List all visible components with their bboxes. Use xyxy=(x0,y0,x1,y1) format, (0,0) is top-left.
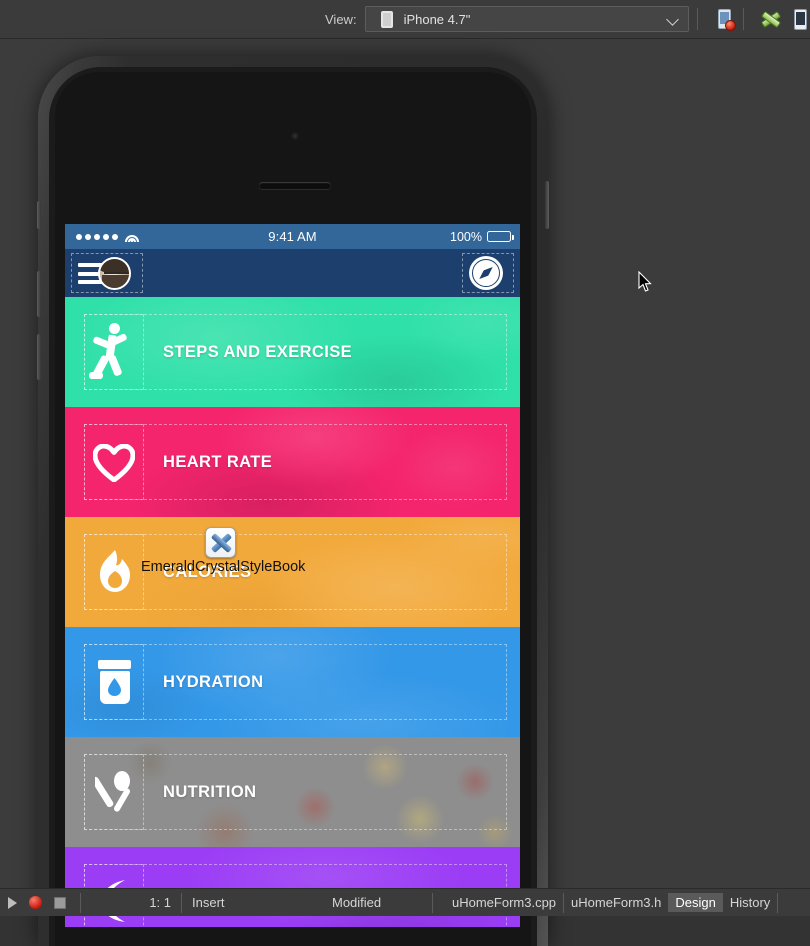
style-book-icon[interactable] xyxy=(205,527,236,558)
battery-status: 100% xyxy=(450,230,511,244)
compass-button[interactable] xyxy=(463,254,513,292)
panel-hydration[interactable]: HYDRATION xyxy=(65,627,520,737)
status-divider-3 xyxy=(432,893,433,913)
view-device-combobox[interactable]: iPhone 4.7" xyxy=(365,6,689,32)
battery-icon xyxy=(487,231,511,242)
view-label: View: xyxy=(325,12,357,27)
power-button xyxy=(545,181,549,229)
tab-divider-2 xyxy=(777,893,778,913)
panel-heart-rate[interactable]: HEART RATE xyxy=(65,407,520,517)
view-device-value: iPhone 4.7" xyxy=(404,12,471,27)
fork-spoon-icon xyxy=(85,755,143,829)
insert-mode[interactable]: Insert xyxy=(182,895,322,910)
toolbar-divider-2 xyxy=(743,8,744,30)
battery-percent: 100% xyxy=(450,230,482,244)
panel-nutrition[interactable]: NUTRITION xyxy=(65,737,520,847)
modified-state: Modified xyxy=(322,895,432,910)
phone-icon xyxy=(381,11,393,28)
toolbar-divider xyxy=(697,8,698,30)
panel-title: NUTRITION xyxy=(163,783,256,802)
mute-switch xyxy=(37,201,41,229)
record-icon[interactable] xyxy=(29,896,42,909)
earpiece-speaker xyxy=(259,182,331,189)
water-glass-icon xyxy=(85,645,143,719)
chevron-down-icon[interactable] xyxy=(666,13,679,26)
panel-row[interactable]: HYDRATION xyxy=(85,645,506,719)
run-icon[interactable] xyxy=(8,897,17,909)
panel-title: STEPS AND EXERCISE xyxy=(163,343,352,362)
panel-row[interactable]: NUTRITION xyxy=(85,755,506,829)
device-preview-icon[interactable] xyxy=(789,7,810,31)
panel-calories[interactable]: CALORIES EmeraldCrystalStyleBook xyxy=(65,517,520,627)
front-camera-icon xyxy=(292,133,298,139)
running-person-icon xyxy=(85,315,143,389)
app-screen[interactable]: 9:41 AM 100% xyxy=(65,224,520,927)
tab-uhomeform3-cpp[interactable]: uHomeForm3.cpp xyxy=(445,893,563,912)
menu-button[interactable] xyxy=(72,254,142,292)
volume-down-button xyxy=(37,334,41,380)
app-nav-bar xyxy=(65,249,520,297)
flame-icon xyxy=(85,535,143,609)
design-canvas[interactable]: 9:41 AM 100% xyxy=(0,39,810,888)
compass-icon[interactable] xyxy=(469,256,503,290)
panel-title: HYDRATION xyxy=(163,673,263,692)
cursor-position: 1: 1 xyxy=(81,895,181,910)
tab-uhomeform3-h[interactable]: uHomeForm3.h xyxy=(564,893,668,912)
bottom-status-bar: 1: 1 Insert Modified uHomeForm3.cpp uHom… xyxy=(0,888,810,916)
stop-icon[interactable] xyxy=(54,897,66,909)
ios-status-bar: 9:41 AM 100% xyxy=(65,224,520,249)
panel-row[interactable]: HEART RATE xyxy=(85,425,506,499)
device-error-icon[interactable] xyxy=(714,7,735,31)
mouse-cursor xyxy=(638,271,652,293)
selected-component-label: EmeraldCrystalStyleBook xyxy=(141,559,305,575)
heart-icon xyxy=(85,425,143,499)
user-avatar[interactable] xyxy=(98,257,131,290)
panel-title: HEART RATE xyxy=(163,453,272,472)
tab-design[interactable]: Design xyxy=(668,893,722,912)
rotate-device-icon[interactable] xyxy=(760,7,781,31)
panel-row[interactable]: STEPS AND EXERCISE xyxy=(85,315,506,389)
volume-up-button xyxy=(37,271,41,317)
top-toolbar: View: iPhone 4.7" xyxy=(0,0,810,39)
panel-steps-and-exercise[interactable]: STEPS AND EXERCISE xyxy=(65,297,520,407)
tab-history[interactable]: History xyxy=(723,893,777,912)
